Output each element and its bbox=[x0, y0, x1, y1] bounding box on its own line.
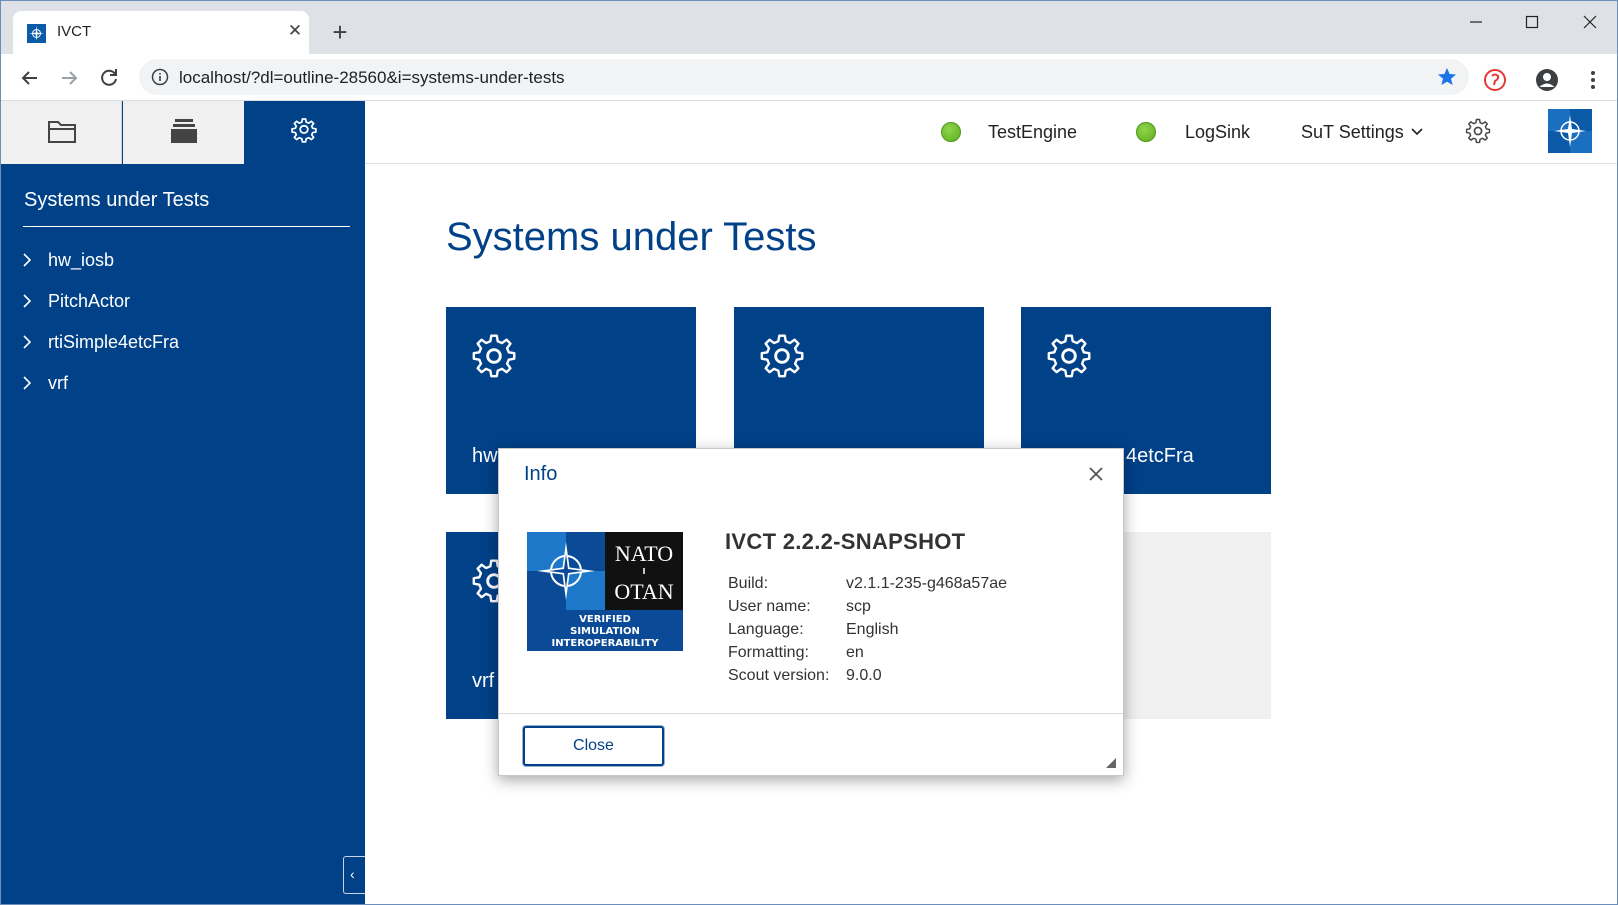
gear-icon bbox=[760, 334, 804, 378]
logo-caption: INTEROPERABILITY bbox=[551, 638, 659, 649]
sidebar-item-label: hw_iosb bbox=[48, 250, 115, 270]
property-key: User name: bbox=[728, 598, 811, 615]
sidebar-tab-stack[interactable] bbox=[123, 101, 244, 164]
gear-icon bbox=[472, 334, 516, 378]
nato-otan-logo: NATO OTAN VERIFIED SIMULATION INTEROPERA… bbox=[527, 532, 683, 651]
chevron-right-icon bbox=[23, 376, 32, 390]
profile-avatar-icon[interactable] bbox=[1535, 68, 1559, 92]
close-button[interactable]: Close bbox=[523, 726, 664, 766]
logo-nato-text: NATO bbox=[615, 541, 673, 566]
sidebar-item-rtisimple4etcfra[interactable]: rtiSimple4etcFra bbox=[21, 327, 341, 357]
settings-gear-icon[interactable] bbox=[1465, 118, 1491, 144]
sidebar-tab-settings[interactable] bbox=[244, 101, 365, 164]
status-indicator-logsink bbox=[1136, 122, 1156, 142]
bookmark-star-icon[interactable] bbox=[1435, 65, 1459, 89]
dialog-footer-divider bbox=[499, 713, 1123, 714]
tab-strip: IVCT ✕ + bbox=[1, 1, 1617, 54]
browser-toolbar: localhost/?dl=outline-28560&i=systems-un… bbox=[1, 54, 1617, 101]
status-indicator-testengine bbox=[941, 122, 961, 142]
chevron-left-icon: ‹ bbox=[350, 866, 355, 882]
logo-caption: VERIFIED bbox=[579, 614, 631, 625]
sidebar-divider bbox=[23, 226, 350, 227]
chevron-right-icon bbox=[23, 335, 32, 349]
property-value: en bbox=[846, 644, 864, 661]
dialog-title: Info bbox=[524, 463, 558, 485]
nato-logo-icon[interactable] bbox=[1548, 109, 1592, 153]
minimize-icon[interactable] bbox=[1453, 7, 1499, 37]
sidebar-item-vrf[interactable]: vrf bbox=[21, 368, 341, 398]
status-label-logsink[interactable]: LogSink bbox=[1185, 122, 1250, 143]
browser-menu-icon[interactable] bbox=[1581, 68, 1605, 92]
tab-close-icon[interactable]: ✕ bbox=[283, 19, 307, 43]
property-value: v2.1.1-235-g468a57ae bbox=[846, 575, 1008, 592]
property-key: Build: bbox=[728, 575, 769, 592]
chevron-down-icon[interactable] bbox=[1411, 128, 1423, 136]
site-info-icon[interactable] bbox=[151, 68, 169, 86]
tile-label: hw bbox=[472, 445, 498, 467]
sidebar-tab-files[interactable] bbox=[1, 101, 122, 164]
sidebar: Systems under Tests hw_iosb PitchActor r… bbox=[1, 101, 365, 904]
sidebar-item-pitchactor[interactable]: PitchActor bbox=[21, 286, 341, 316]
sut-settings-menu[interactable]: SuT Settings bbox=[1301, 122, 1404, 143]
sidebar-item-hw-iosb[interactable]: hw_iosb bbox=[21, 245, 341, 275]
folder-icon bbox=[48, 121, 76, 143]
property-key: Formatting: bbox=[728, 644, 809, 661]
stack-icon bbox=[171, 119, 197, 143]
property-key: Scout version: bbox=[728, 667, 830, 684]
gear-icon bbox=[291, 118, 317, 143]
header-bar: TestEngine LogSink SuT Settings bbox=[365, 101, 1617, 164]
reload-icon[interactable] bbox=[94, 63, 124, 93]
sidebar-item-label: vrf bbox=[48, 373, 68, 393]
chevron-right-icon bbox=[23, 253, 32, 267]
tile-label: 4etcFra bbox=[1126, 445, 1194, 467]
resize-handle-icon[interactable] bbox=[1106, 758, 1116, 768]
property-key: Language: bbox=[728, 621, 804, 638]
extension-icon[interactable] bbox=[1483, 68, 1507, 92]
nato-favicon-icon bbox=[27, 24, 46, 43]
url-text[interactable]: localhost/?dl=outline-28560&i=systems-un… bbox=[179, 68, 565, 88]
info-dialog: Info NATO OTAN VERIFIED SIMULATION INTER… bbox=[498, 448, 1124, 776]
address-bar[interactable]: localhost/?dl=outline-28560&i=systems-un… bbox=[139, 59, 1469, 95]
maximize-icon[interactable] bbox=[1509, 7, 1555, 37]
tab-title: IVCT bbox=[57, 23, 92, 40]
browser-tab[interactable]: IVCT ✕ bbox=[13, 11, 309, 54]
chevron-right-icon bbox=[23, 294, 32, 308]
dialog-close-icon[interactable] bbox=[1085, 463, 1107, 485]
tile-label: vrf bbox=[472, 670, 495, 692]
sidebar-title: Systems under Tests bbox=[24, 189, 210, 211]
dialog-heading: IVCT 2.2.2-SNAPSHOT bbox=[725, 529, 966, 554]
browser-window: IVCT ✕ + localhost/?dl=outline-28560&i=s… bbox=[0, 0, 1618, 905]
sidebar-item-label: rtiSimple4etcFra bbox=[48, 332, 180, 352]
gear-icon bbox=[1047, 334, 1091, 378]
new-tab-button[interactable]: + bbox=[327, 19, 353, 45]
sidebar-collapse-button[interactable]: ‹ bbox=[343, 856, 365, 894]
property-value: 9.0.0 bbox=[846, 667, 882, 684]
property-value: scp bbox=[846, 598, 871, 615]
back-arrow-icon[interactable] bbox=[15, 63, 45, 93]
status-label-testengine[interactable]: TestEngine bbox=[988, 122, 1077, 143]
page-title: Systems under Tests bbox=[446, 215, 817, 259]
property-value: English bbox=[846, 621, 899, 638]
forward-arrow-icon[interactable] bbox=[54, 63, 84, 93]
logo-caption: SIMULATION bbox=[570, 626, 640, 637]
logo-otan-text: OTAN bbox=[614, 579, 673, 604]
window-close-icon[interactable] bbox=[1567, 7, 1613, 37]
sidebar-item-label: PitchActor bbox=[48, 291, 131, 311]
